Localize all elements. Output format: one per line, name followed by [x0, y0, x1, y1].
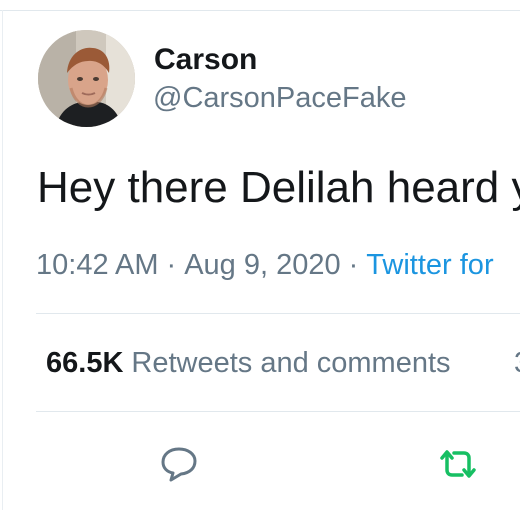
tweet-source-link[interactable]: Twitter for — [366, 249, 493, 281]
avatar-image — [38, 30, 135, 127]
tweet-meta: 10:42 AM · Aug 9, 2020 · Twitter for — [36, 245, 494, 285]
tweet-card: Carson @CarsonPaceFake Hey there Delilah… — [0, 0, 520, 510]
top-divider — [0, 10, 520, 11]
retweet-icon — [440, 450, 476, 478]
retweet-count: 66.5K — [46, 347, 124, 379]
user-handle[interactable]: @CarsonPaceFake — [153, 80, 407, 116]
reply-button[interactable] — [155, 440, 203, 488]
stats-top-divider — [36, 313, 520, 314]
retweet-button[interactable] — [434, 440, 482, 488]
likes-stat-cutoff: 3 — [514, 343, 520, 383]
left-divider — [2, 10, 3, 510]
tweet-time[interactable]: 10:42 AM — [36, 249, 159, 281]
reply-icon — [161, 447, 197, 482]
retweet-stats[interactable]: 66.5K Retweets and comments — [46, 343, 451, 383]
meta-separator: · — [348, 249, 359, 281]
display-name[interactable]: Carson — [154, 42, 257, 78]
retweet-label: Retweets and comments — [131, 347, 451, 379]
avatar[interactable] — [38, 30, 135, 127]
tweet-date[interactable]: Aug 9, 2020 — [184, 249, 340, 281]
meta-separator: · — [166, 249, 177, 281]
tweet-text: Hey there Delilah heard y — [37, 163, 520, 212]
stats-bottom-divider — [36, 411, 520, 412]
